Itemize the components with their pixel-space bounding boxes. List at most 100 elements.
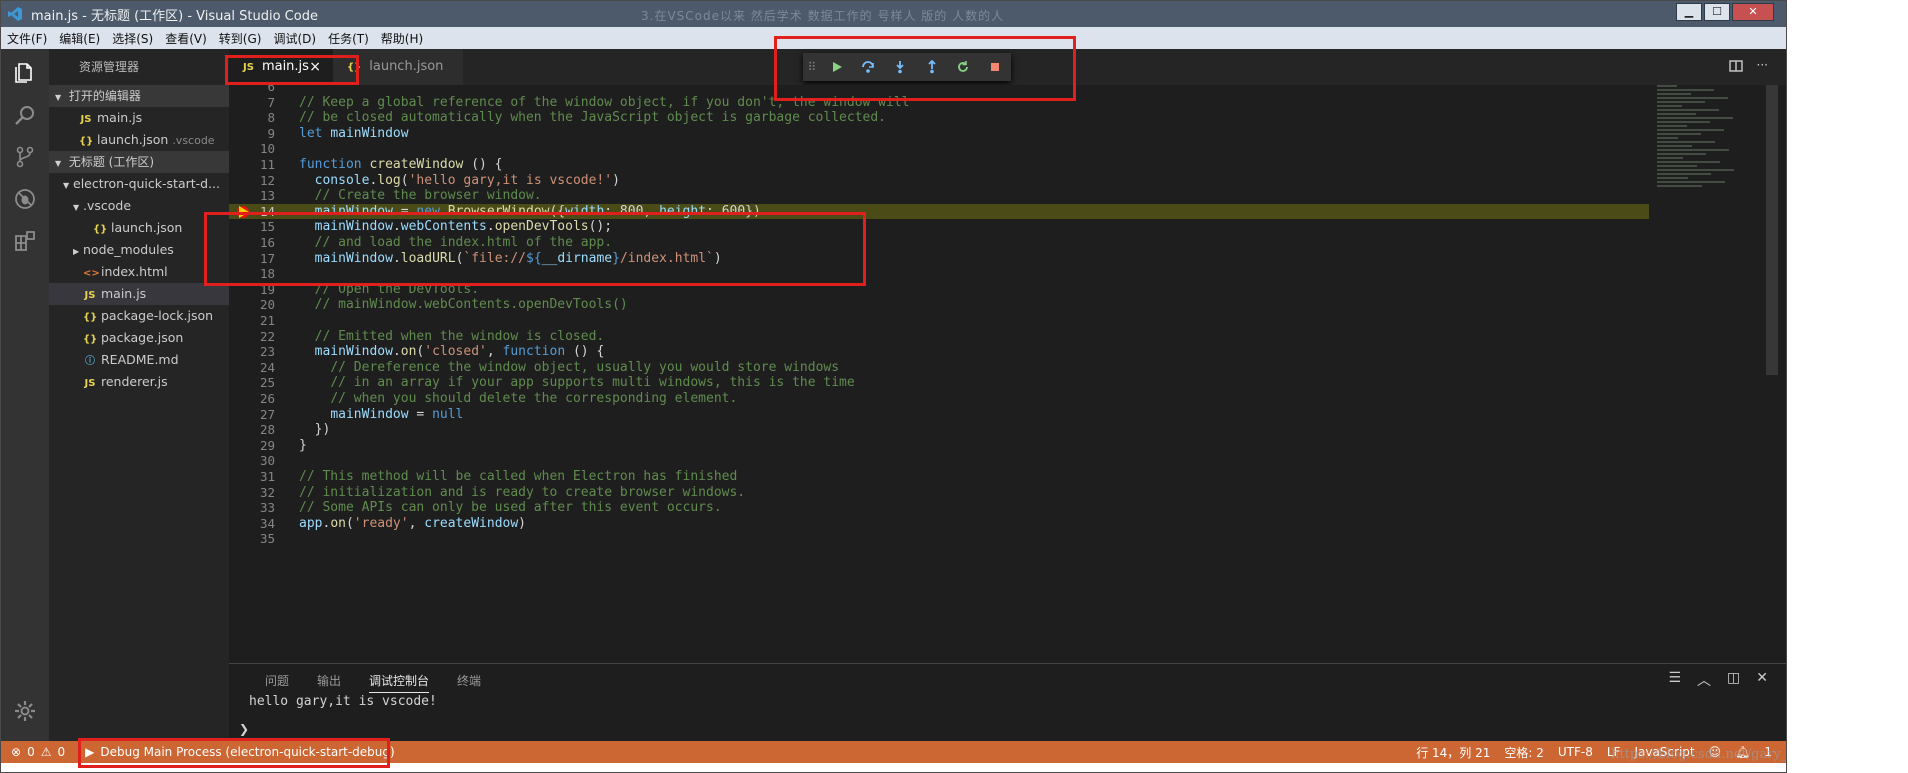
drag-grip-icon[interactable]: ⠿ bbox=[803, 60, 821, 74]
toggle-panel-layout-icon[interactable]: ◫ bbox=[1727, 670, 1740, 690]
menu-item[interactable]: 转到(G) bbox=[219, 30, 262, 47]
panel-tab[interactable]: 输出 bbox=[317, 672, 341, 693]
code-line[interactable]: 6 bbox=[229, 85, 1649, 95]
code-editor[interactable]: 6 7 // Keep a global reference of the wind… bbox=[229, 85, 1786, 663]
code-line[interactable]: 7 // Keep a global reference of the windo… bbox=[229, 95, 1649, 111]
code-line[interactable]: 9 let mainWindow bbox=[229, 126, 1649, 142]
code-line[interactable]: 28 }) bbox=[229, 422, 1649, 438]
cursor-position[interactable]: 行 14，列 21 bbox=[1416, 744, 1490, 761]
step-out-button[interactable] bbox=[916, 53, 948, 81]
code-line[interactable]: 13 // Create the browser window. bbox=[229, 188, 1649, 204]
code-line[interactable]: 8 // be closed automatically when the Jav… bbox=[229, 110, 1649, 126]
code-line[interactable]: 22 // Emitted when the window is closed. bbox=[229, 329, 1649, 345]
close-window-button[interactable]: ✕ bbox=[1732, 3, 1774, 21]
code-line[interactable]: 20 // mainWindow.webContents.openDevTool… bbox=[229, 297, 1649, 313]
tab-launch-json[interactable]: {} launch.json bbox=[333, 49, 463, 85]
step-into-button[interactable] bbox=[884, 53, 916, 81]
workspace-section[interactable]: ▼ 无标题 (工作区) bbox=[49, 151, 229, 173]
panel-tab[interactable]: 问题 bbox=[265, 672, 289, 693]
code-line[interactable]: 11 function createWindow () { bbox=[229, 157, 1649, 173]
panel-tab[interactable]: 终端 bbox=[457, 672, 481, 693]
debug-console-prompt[interactable]: ❯ bbox=[239, 722, 249, 736]
tree-item[interactable]: JS renderer.js bbox=[49, 371, 229, 393]
debug-icon[interactable] bbox=[13, 187, 37, 211]
debug-config-label[interactable]: Debug Main Process (electron-quick-start… bbox=[100, 745, 394, 759]
tree-item[interactable]: ▼ .vscode bbox=[49, 195, 229, 217]
open-editors-section[interactable]: ▼ 打开的编辑器 bbox=[49, 85, 229, 107]
code-line[interactable]: 34 app.on('ready', createWindow) bbox=[229, 516, 1649, 532]
code-line[interactable]: 32 // initialization and is ready to crea… bbox=[229, 485, 1649, 501]
vscode-window: main.js - 无标题 (工作区) - Visual Studio Code… bbox=[0, 0, 1787, 773]
editor-scrollbar[interactable] bbox=[1766, 85, 1778, 375]
js-file-icon: JS bbox=[243, 62, 254, 73]
tree-item[interactable]: ▼ electron-quick-start-d... bbox=[49, 173, 229, 195]
code-line[interactable]: 15 mainWindow.webContents.openDevTools()… bbox=[229, 219, 1649, 235]
warning-count[interactable]: 0 bbox=[57, 745, 65, 759]
extensions-icon[interactable] bbox=[13, 229, 37, 253]
close-tab-icon[interactable]: × bbox=[309, 49, 321, 85]
code-line[interactable]: 16 // and load the index.html of the app… bbox=[229, 235, 1649, 251]
code-line[interactable]: 23 mainWindow.on('closed', function () { bbox=[229, 344, 1649, 360]
open-editor-item[interactable]: JS main.js bbox=[49, 107, 229, 129]
errors-icon[interactable]: ⊗ bbox=[11, 745, 21, 759]
minimize-button[interactable]: ▁ bbox=[1676, 3, 1702, 21]
files-icon[interactable] bbox=[13, 61, 37, 85]
code-line[interactable]: 27 mainWindow = null bbox=[229, 407, 1649, 423]
tab-main-js[interactable]: JS main.js × bbox=[229, 49, 333, 85]
code-line[interactable]: 35 bbox=[229, 531, 1649, 547]
maximize-button[interactable]: ☐ bbox=[1704, 3, 1730, 21]
code-line[interactable]: 26 // when you should delete the corresp… bbox=[229, 391, 1649, 407]
stop-button[interactable] bbox=[979, 53, 1011, 81]
code-line[interactable]: 25 // in an array if your app supports m… bbox=[229, 375, 1649, 391]
menu-item[interactable]: 调试(D) bbox=[273, 30, 316, 47]
tree-item[interactable]: <>index.html bbox=[49, 261, 229, 283]
code-line[interactable]: 17 mainWindow.loadURL(`file://${__dirnam… bbox=[229, 251, 1649, 267]
menu-item[interactable]: 编辑(E) bbox=[59, 30, 100, 47]
close-panel-icon[interactable]: ✕ bbox=[1756, 670, 1768, 690]
menu-item[interactable]: 查看(V) bbox=[165, 30, 207, 47]
menu-item[interactable]: 文件(F) bbox=[7, 30, 47, 47]
vscode-logo-icon bbox=[8, 7, 22, 21]
code-text: mainWindow.on('closed', function () { bbox=[314, 344, 605, 360]
file-type-icon: {} bbox=[79, 136, 94, 147]
step-over-button[interactable] bbox=[853, 53, 885, 81]
code-line[interactable]: 14 mainWindow = new BrowserWindow({width… bbox=[229, 203, 1649, 220]
panel-tab[interactable]: 调试控制台 bbox=[369, 672, 430, 693]
open-editor-item[interactable]: {} launch.json .vscode bbox=[49, 129, 229, 151]
play-icon[interactable]: ▶ bbox=[85, 745, 94, 759]
code-line[interactable]: 24 // Dereference the window object, usu… bbox=[229, 360, 1649, 376]
code-line[interactable]: 33 // Some APIs can only be used after th… bbox=[229, 500, 1649, 516]
continue-button[interactable] bbox=[821, 53, 853, 81]
more-actions-icon[interactable]: ··· bbox=[1757, 59, 1768, 73]
error-count[interactable]: 0 bbox=[27, 745, 35, 759]
maximize-panel-icon[interactable]: ︿ bbox=[1697, 670, 1711, 690]
encoding[interactable]: UTF-8 bbox=[1558, 745, 1593, 759]
warning-icon[interactable]: ⚠ bbox=[41, 745, 52, 759]
menu-item[interactable]: 选择(S) bbox=[112, 30, 153, 47]
tree-item[interactable]: ▶ node_modules bbox=[49, 239, 229, 261]
code-line[interactable]: 30 bbox=[229, 453, 1649, 469]
search-icon[interactable] bbox=[13, 103, 37, 127]
code-line[interactable]: 31 // This method will be called when Ele… bbox=[229, 469, 1649, 485]
code-text: mainWindow.loadURL(`file://${__dirname}/… bbox=[314, 250, 722, 266]
code-line[interactable]: 18 bbox=[229, 266, 1649, 282]
tree-item[interactable]: ⓘ README.md bbox=[49, 349, 229, 371]
tree-item[interactable]: {} package.json bbox=[49, 327, 229, 349]
tree-item[interactable]: {} package-lock.json bbox=[49, 305, 229, 327]
menu-item[interactable]: 帮助(H) bbox=[381, 30, 423, 47]
split-editor-icon[interactable] bbox=[1728, 59, 1743, 73]
code-line[interactable]: 29} bbox=[229, 438, 1649, 454]
code-line[interactable]: 19 // Open the DevTools. bbox=[229, 282, 1649, 298]
clear-console-icon[interactable]: ☰ bbox=[1668, 670, 1681, 690]
settings-gear-icon[interactable] bbox=[13, 699, 37, 723]
tree-item[interactable]: JS main.js bbox=[49, 283, 229, 305]
tree-item[interactable]: {} launch.json bbox=[49, 217, 229, 239]
minimap[interactable] bbox=[1657, 85, 1745, 195]
indentation[interactable]: 空格: 2 bbox=[1504, 744, 1544, 761]
menu-item[interactable]: 任务(T) bbox=[328, 30, 369, 47]
restart-button[interactable] bbox=[948, 53, 980, 81]
source-control-icon[interactable] bbox=[13, 145, 37, 169]
code-line[interactable]: 12 console.log('hello gary,it is vscode!… bbox=[229, 173, 1649, 189]
code-line[interactable]: 10 bbox=[229, 141, 1649, 157]
code-line[interactable]: 21 bbox=[229, 313, 1649, 329]
